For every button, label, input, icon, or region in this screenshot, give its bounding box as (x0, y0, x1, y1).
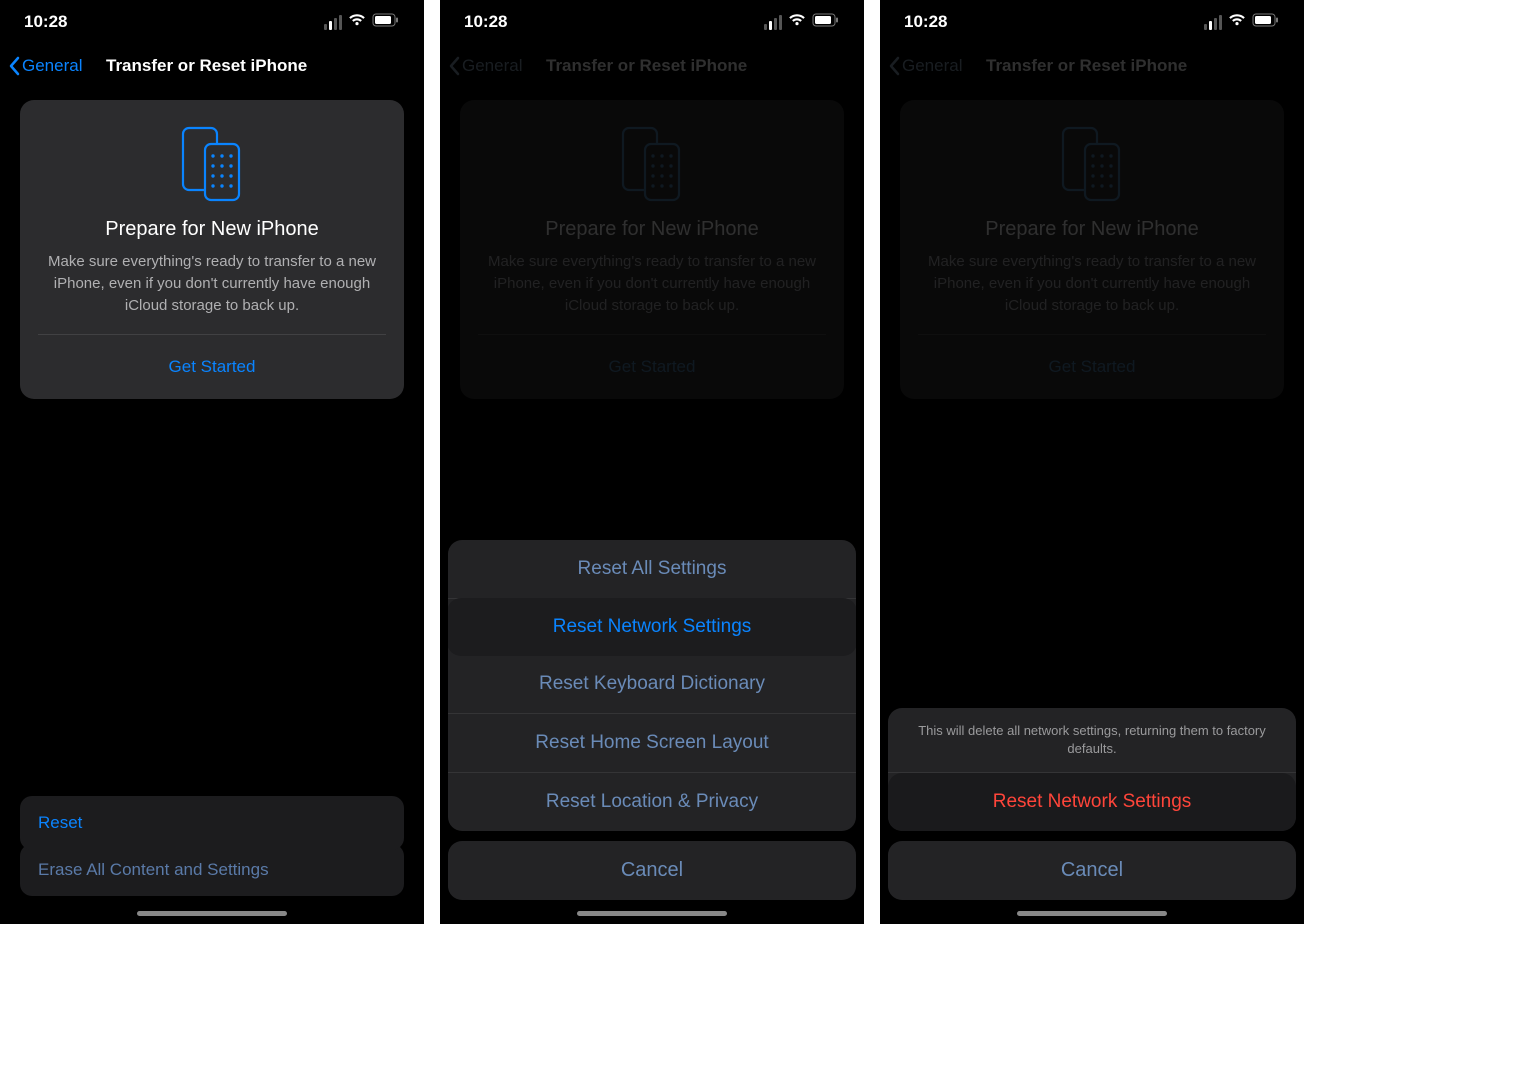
nav-bar: General Transfer or Reset iPhone (440, 44, 864, 88)
chevron-left-icon (888, 56, 900, 76)
prepare-card: Prepare for New iPhone Make sure everyth… (460, 100, 844, 399)
back-button[interactable]: General (8, 56, 82, 76)
reset-action-sheet: Reset All Settings Reset Network Setting… (448, 540, 856, 900)
status-icons (1204, 12, 1280, 32)
cellular-icon (1204, 15, 1222, 30)
get-started-button[interactable]: Get Started (918, 334, 1266, 399)
chevron-left-icon (8, 56, 20, 76)
status-time: 10:28 (24, 12, 324, 32)
phone-screen-2: 10:28 General Transfer or Reset iPhone (440, 0, 864, 924)
chevron-left-icon (448, 56, 460, 76)
prepare-title: Prepare for New iPhone (478, 218, 826, 241)
home-indicator[interactable] (1017, 911, 1167, 916)
battery-icon (1252, 12, 1280, 32)
reset-keyboard-dictionary[interactable]: Reset Keyboard Dictionary (448, 655, 856, 714)
prepare-icon (918, 120, 1266, 218)
confirm-action-sheet: This will delete all network settings, r… (888, 708, 1296, 900)
cancel-button[interactable]: Cancel (888, 841, 1296, 900)
back-label: General (462, 56, 522, 76)
prepare-title: Prepare for New iPhone (38, 218, 386, 241)
back-button[interactable]: General (448, 56, 522, 76)
prepare-title: Prepare for New iPhone (918, 218, 1266, 241)
confirm-message: This will delete all network settings, r… (888, 708, 1296, 773)
reset-location-privacy[interactable]: Reset Location & Privacy (448, 773, 856, 831)
status-icons (324, 12, 400, 32)
confirm-reset-network-button[interactable]: Reset Network Settings (888, 773, 1296, 831)
prepare-body: Make sure everything's ready to transfer… (918, 251, 1266, 316)
home-indicator[interactable] (137, 911, 287, 916)
reset-network-settings[interactable]: Reset Network Settings (448, 598, 856, 656)
get-started-button[interactable]: Get Started (38, 334, 386, 399)
reset-row[interactable]: Reset (20, 796, 404, 850)
reset-options-group: Reset All Settings Reset Network Setting… (448, 540, 856, 831)
status-time: 10:28 (464, 12, 764, 32)
nav-bar: General Transfer or Reset iPhone (880, 44, 1304, 88)
prepare-icon (38, 120, 386, 218)
status-bar: 10:28 (0, 0, 424, 44)
screen-content: Prepare for New iPhone Make sure everyth… (440, 88, 864, 411)
prepare-body: Make sure everything's ready to transfer… (478, 251, 826, 316)
battery-icon (372, 12, 400, 32)
nav-title: Transfer or Reset iPhone (546, 56, 824, 76)
erase-all-row[interactable]: Erase All Content and Settings (20, 844, 404, 896)
prepare-card: Prepare for New iPhone Make sure everyth… (900, 100, 1284, 399)
confirm-group: This will delete all network settings, r… (888, 708, 1296, 831)
bottom-options-list: Erase All Content and Settings (20, 844, 404, 896)
nav-title: Transfer or Reset iPhone (106, 56, 384, 76)
wifi-icon (348, 12, 366, 32)
screen-content: Prepare for New iPhone Make sure everyth… (880, 88, 1304, 411)
battery-icon (812, 12, 840, 32)
cancel-button[interactable]: Cancel (448, 841, 856, 900)
prepare-icon (478, 120, 826, 218)
cellular-icon (324, 15, 342, 30)
status-icons (764, 12, 840, 32)
status-bar: 10:28 (440, 0, 864, 44)
prepare-body: Make sure everything's ready to transfer… (38, 251, 386, 316)
reset-home-screen-layout[interactable]: Reset Home Screen Layout (448, 714, 856, 773)
back-label: General (22, 56, 82, 76)
screen-content: Prepare for New iPhone Make sure everyth… (0, 88, 424, 411)
back-button[interactable]: General (888, 56, 962, 76)
back-label: General (902, 56, 962, 76)
wifi-icon (1228, 12, 1246, 32)
nav-title: Transfer or Reset iPhone (986, 56, 1264, 76)
prepare-card: Prepare for New iPhone Make sure everyth… (20, 100, 404, 399)
wifi-icon (788, 12, 806, 32)
nav-bar: General Transfer or Reset iPhone (0, 44, 424, 88)
status-time: 10:28 (904, 12, 1204, 32)
phone-screen-1: 10:28 General Transfer or Reset iPhone (0, 0, 424, 924)
get-started-button[interactable]: Get Started (478, 334, 826, 399)
status-bar: 10:28 (880, 0, 1304, 44)
home-indicator[interactable] (577, 911, 727, 916)
reset-all-settings[interactable]: Reset All Settings (448, 540, 856, 599)
cellular-icon (764, 15, 782, 30)
phone-screen-3: 10:28 General Transfer or Reset iPhone (880, 0, 1304, 924)
